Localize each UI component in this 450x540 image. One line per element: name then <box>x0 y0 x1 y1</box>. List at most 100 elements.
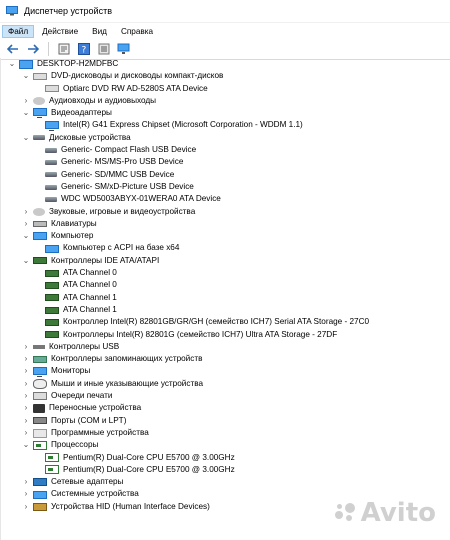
tree-category[interactable]: › Аудиовходы и аудиовыходы <box>1 95 450 107</box>
tree-device[interactable]: Контроллеры Intel(R) 82801G (семейство I… <box>1 329 450 341</box>
network-adapter-icon <box>33 478 47 487</box>
menu-help[interactable]: Справка <box>115 25 159 38</box>
tree-device[interactable]: Optiarc DVD RW AD-5280S ATA Device <box>1 83 450 95</box>
expand-icon[interactable]: › <box>21 390 31 402</box>
window-title: Диспетчер устройств <box>24 6 112 16</box>
tree-device[interactable]: WDC WD5003ABYX-01WERA0 ATA Device <box>1 193 450 205</box>
tree-category[interactable]: › Переносные устройства <box>1 402 450 414</box>
device-label: Компьютер с ACPI на базе x64 <box>63 243 180 253</box>
tree-device[interactable]: Компьютер с ACPI на базе x64 <box>1 242 450 254</box>
collapse-icon[interactable]: ⌄ <box>21 70 31 82</box>
collapse-icon[interactable]: ⌄ <box>7 58 17 70</box>
tree-category[interactable]: › Порты (COM и LPT) <box>1 415 450 427</box>
expand-icon[interactable]: › <box>21 218 31 230</box>
tree-device[interactable]: Generic- SD/MMC USB Device <box>1 169 450 181</box>
optical-drive-icon <box>45 85 59 93</box>
category-label: Аудиовходы и аудиовыходы <box>49 95 157 105</box>
device-label: Intel(R) G41 Express Chipset (Microsoft … <box>63 120 303 130</box>
display-adapter-icon <box>45 120 59 131</box>
expand-icon[interactable]: › <box>21 341 31 353</box>
processor-icon <box>45 465 59 475</box>
collapse-icon[interactable]: ⌄ <box>21 107 31 119</box>
category-label: Звуковые, игровые и видеоустройства <box>49 206 196 216</box>
tree-category[interactable]: › Звуковые, игровые и видеоустройства <box>1 206 450 218</box>
monitor-icon <box>33 366 47 377</box>
expand-icon[interactable]: › <box>21 501 31 513</box>
expand-icon[interactable]: › <box>21 378 31 390</box>
tree-category[interactable]: › Контроллеры USB <box>1 341 450 353</box>
tree-device[interactable]: ATA Channel 0 <box>1 267 450 279</box>
scan-hardware-icon[interactable] <box>117 42 131 56</box>
keyboard-icon <box>33 221 47 227</box>
print-queue-icon <box>33 392 47 401</box>
tree-category[interactable]: ⌄ Контроллеры IDE ATA/ATAPI <box>1 255 450 267</box>
menu-file[interactable]: Файл <box>2 24 35 38</box>
device-manager-icon <box>6 6 18 16</box>
collapse-icon[interactable]: ⌄ <box>21 255 31 267</box>
expand-icon[interactable]: › <box>21 95 31 107</box>
properties-icon[interactable] <box>57 42 71 56</box>
category-label: Процессоры <box>51 440 99 450</box>
tree-category[interactable]: › Мыши и иные указывающие устройства <box>1 378 450 390</box>
category-label: Программные устройства <box>51 427 149 437</box>
tree-device[interactable]: ATA Channel 0 <box>1 279 450 291</box>
back-arrow-icon[interactable] <box>6 42 20 56</box>
collapse-icon[interactable]: ⌄ <box>21 230 31 242</box>
port-icon <box>33 417 47 425</box>
tree-category[interactable]: › Сетевые адаптеры <box>1 476 450 488</box>
sound-icon <box>33 207 45 216</box>
device-label: Optiarc DVD RW AD-5280S ATA Device <box>63 83 208 93</box>
forward-arrow-icon[interactable] <box>26 42 40 56</box>
help-icon[interactable]: ? <box>77 42 91 56</box>
tree-device[interactable]: Generic- SM/xD-Picture USB Device <box>1 181 450 193</box>
tree-device[interactable]: Контроллер Intel(R) 82801GB/GR/GH (семей… <box>1 316 450 328</box>
tree-device[interactable]: ATA Channel 1 <box>1 292 450 304</box>
watermark: Avito <box>333 498 436 528</box>
tree-category[interactable]: › Программные устройства <box>1 427 450 439</box>
tree-category[interactable]: › Контроллеры запоминающих устройств <box>1 353 450 365</box>
expand-icon[interactable]: › <box>21 206 31 218</box>
watermark-text: Avito <box>360 498 436 528</box>
category-label: Клавиатуры <box>51 218 97 228</box>
expand-icon[interactable]: › <box>21 427 31 439</box>
expand-icon[interactable]: › <box>21 415 31 427</box>
ide-controller-icon <box>45 281 59 289</box>
show-hidden-icon[interactable] <box>97 42 111 56</box>
tree-device[interactable]: Pentium(R) Dual-Core CPU E5700 @ 3.00GHz <box>1 464 450 476</box>
tree-device[interactable]: Intel(R) G41 Express Chipset (Microsoft … <box>1 119 450 131</box>
category-label: Мониторы <box>51 366 91 376</box>
storage-controller-icon <box>33 355 47 363</box>
tree-category[interactable]: ⌄ Компьютер <box>1 230 450 242</box>
expand-icon[interactable]: › <box>21 365 31 377</box>
device-label: ATA Channel 1 <box>63 292 117 302</box>
computer-icon <box>33 232 47 241</box>
menu-view[interactable]: Вид <box>86 25 113 38</box>
ide-controller-icon <box>45 269 59 277</box>
category-label: Сетевые адаптеры <box>51 477 124 487</box>
tree-device[interactable]: Generic- Compact Flash USB Device <box>1 144 450 156</box>
menu-action[interactable]: Действие <box>36 25 84 38</box>
tree-device[interactable]: Pentium(R) Dual-Core CPU E5700 @ 3.00GHz <box>1 452 450 464</box>
expand-icon[interactable]: › <box>21 476 31 488</box>
tree-device[interactable]: ATA Channel 1 <box>1 304 450 316</box>
expand-icon[interactable]: › <box>21 353 31 365</box>
tree-device[interactable]: Generic- MS/MS-Pro USB Device <box>1 156 450 168</box>
expand-icon[interactable]: › <box>21 488 31 500</box>
collapse-icon[interactable]: ⌄ <box>21 132 31 144</box>
tree-root[interactable]: ⌄ DESKTOP-H2MDFBC <box>1 58 450 70</box>
collapse-icon[interactable]: ⌄ <box>21 439 31 451</box>
tree-category[interactable]: ⌄ Дисковые устройства <box>1 132 450 144</box>
tree-category[interactable]: › Очереди печати <box>1 390 450 402</box>
tree-category[interactable]: › Клавиатуры <box>1 218 450 230</box>
watermark-logo-icon <box>333 501 357 525</box>
category-label: Компьютер <box>51 231 94 241</box>
ide-controller-icon <box>33 257 47 265</box>
category-label: Контроллеры запоминающих устройств <box>51 354 203 364</box>
tree-category[interactable]: ⌄ DVD-дисководы и дисководы компакт-диско… <box>1 70 450 82</box>
category-label: DVD-дисководы и дисководы компакт-дисков <box>51 71 224 81</box>
tree-category[interactable]: ⌄ Видеоадаптеры <box>1 107 450 119</box>
expand-icon[interactable]: › <box>21 402 31 414</box>
tree-category[interactable]: › Мониторы <box>1 365 450 377</box>
tree-category[interactable]: ⌄ Процессоры <box>1 439 450 451</box>
device-label: Контроллер Intel(R) 82801GB/GR/GH (семей… <box>63 317 370 327</box>
